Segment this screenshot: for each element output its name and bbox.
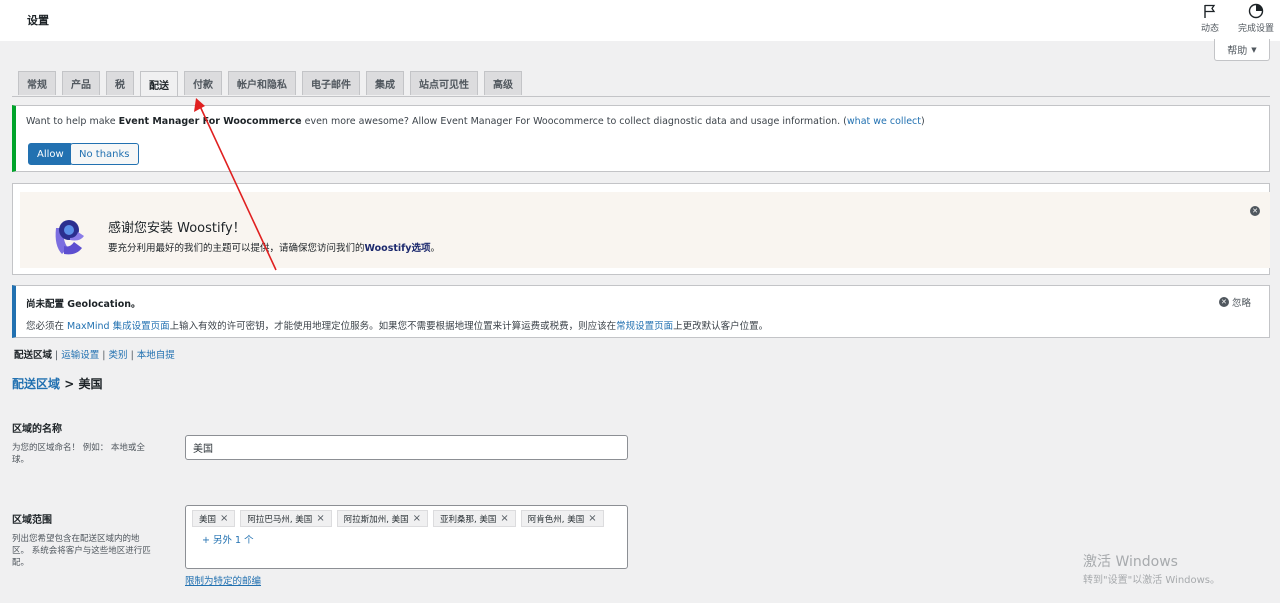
zone-regions-select[interactable]: 美国 × 阿拉巴马州, 美国 × 阿拉斯加州, 美国 × 亚利桑那, 美国 × 阿肯色州… bbox=[185, 505, 628, 569]
page-title: 设置 bbox=[27, 14, 49, 27]
zone-regions-help: 列出您希望包含在配送区域内的地区。 系统会将客户与这些地区进行匹配。 bbox=[12, 534, 151, 568]
activity-label: 动态 bbox=[1200, 24, 1219, 34]
shipping-subnav: 配送区域 | 运输设置 | 类别 | 本地自提 bbox=[14, 347, 175, 361]
no-thanks-button[interactable]: No thanks bbox=[70, 143, 139, 165]
flag-icon bbox=[1204, 4, 1216, 18]
woostify-notice: 感谢您安装 Woostify！ 要充分利用最好的我们的主题可以提供，请确保您访问… bbox=[12, 183, 1270, 275]
plugin-name: Event Manager For Woocommerce bbox=[118, 116, 302, 127]
tabs-divider bbox=[12, 96, 1270, 97]
progress-icon bbox=[1248, 3, 1264, 19]
geolocation-notice: 尚未配置 Geolocation。 您必须在 MaxMind 集成设置页面上输入… bbox=[12, 285, 1270, 338]
woostify-description: 要充分利用最好的我们的主题可以提供，请确保您访问我们的Woostify选项。 bbox=[108, 240, 440, 254]
remove-icon[interactable]: × bbox=[588, 513, 596, 524]
dismiss-button[interactable]: ✕ 忽略 bbox=[1218, 295, 1251, 309]
region-chip: 阿肯色州, 美国 × bbox=[520, 510, 604, 527]
subnav-separator: | bbox=[52, 350, 62, 361]
woostify-desc-end: 。 bbox=[430, 243, 441, 254]
help-button[interactable]: 帮助 ▼ bbox=[1214, 39, 1270, 61]
tracking-text: Want to help make bbox=[26, 116, 119, 127]
geolocation-description: 您必须在 MaxMind 集成设置页面上输入有效的许可密钥，才能使用地理定位服务… bbox=[26, 318, 768, 332]
region-chip-label: 阿拉巴马州, 美国 bbox=[247, 514, 313, 525]
dismiss-icon: ✕ bbox=[1218, 297, 1229, 307]
tab-advanced[interactable]: 高级 bbox=[484, 71, 522, 95]
windows-watermark-title: 激活 Windows bbox=[1083, 554, 1178, 570]
general-settings-link[interactable]: 常规设置页面 bbox=[616, 321, 673, 332]
tracking-message: Want to help make Event Manager For Wooc… bbox=[26, 116, 925, 127]
remove-icon[interactable]: × bbox=[413, 513, 421, 524]
remove-icon[interactable]: × bbox=[500, 513, 508, 524]
subnav-shipping-options[interactable]: 运输设置 bbox=[61, 350, 99, 361]
zone-name-help: 为您的区域命名！ 例如： 本地或全球。 bbox=[12, 443, 145, 465]
woostify-desc-text: 要充分利用最好的我们的主题可以提供，请确保您访问我们的 bbox=[108, 243, 365, 254]
woostify-options-link[interactable]: Woostify选项 bbox=[365, 243, 431, 254]
breadcrumb-zones-link[interactable]: 配送区域 bbox=[12, 377, 60, 391]
region-chip-label: 阿拉斯加州, 美国 bbox=[343, 514, 409, 525]
geo-text-1: 您必须在 bbox=[26, 321, 68, 332]
remove-icon[interactable]: × bbox=[316, 513, 324, 524]
subnav-separator: | bbox=[127, 350, 137, 361]
activity-button[interactable]: 动态 bbox=[1188, 3, 1232, 34]
region-chip-label: 美国 bbox=[199, 514, 217, 525]
breadcrumb-current: 美国 bbox=[78, 377, 103, 391]
what-we-collect-link[interactable]: what we collect bbox=[847, 116, 921, 127]
limit-postcodes-link[interactable]: 限制为特定的邮编 bbox=[185, 573, 261, 587]
breadcrumb-separator: > bbox=[60, 377, 79, 391]
maxmind-settings-link[interactable]: MaxMind 集成设置页面 bbox=[67, 321, 170, 332]
tab-emails[interactable]: 电子邮件 bbox=[302, 71, 360, 95]
geolocation-title: 尚未配置 Geolocation。 bbox=[26, 299, 141, 310]
close-icon[interactable]: ✕ bbox=[1250, 206, 1260, 216]
help-label: 帮助 bbox=[1227, 46, 1248, 57]
tab-tax[interactable]: 税 bbox=[106, 71, 134, 95]
region-chip-label: 阿肯色州, 美国 bbox=[527, 514, 585, 525]
allow-button[interactable]: Allow bbox=[28, 143, 73, 165]
woostify-title: 感谢您安装 Woostify！ bbox=[108, 221, 246, 236]
tracking-text-after: even more awesome? Allow Event Manager F… bbox=[301, 116, 847, 127]
subnav-local-pickup[interactable]: 本地自提 bbox=[137, 350, 175, 361]
finish-setup-label: 完成设置 bbox=[1237, 24, 1274, 34]
tab-site-visibility[interactable]: 站点可见性 bbox=[410, 71, 478, 95]
region-chips: 美国 × 阿拉巴马州, 美国 × 阿拉斯加州, 美国 × 亚利桑那, 美国 × 阿肯色州… bbox=[192, 510, 621, 527]
windows-watermark-subtitle: 转到"设置"以激活 Windows。 bbox=[1083, 575, 1221, 586]
zone-regions-label: 区域范围 bbox=[12, 515, 52, 526]
region-chip: 亚利桑那, 美国 × bbox=[433, 510, 516, 527]
tab-products[interactable]: 产品 bbox=[62, 71, 100, 95]
breadcrumb: 配送区域 > 美国 bbox=[12, 375, 102, 392]
more-regions-link[interactable]: + 另外 1 个 bbox=[202, 532, 621, 546]
tracking-text-end: ) bbox=[921, 116, 925, 127]
zone-name-label: 区域的名称 bbox=[12, 424, 62, 435]
region-chip: 阿拉巴马州, 美国 × bbox=[240, 510, 332, 527]
top-bar: 设置 动态 完成设置 bbox=[0, 0, 1280, 41]
geo-text-2: 上输入有效的许可密钥，才能使用地理定位服务。如果您不需要根据地理位置来计算运费或… bbox=[169, 321, 617, 332]
finish-setup-button[interactable]: 完成设置 bbox=[1234, 3, 1278, 34]
woostify-logo-icon bbox=[55, 220, 84, 255]
region-chip: 美国 × bbox=[192, 510, 236, 527]
tab-accounts-privacy[interactable]: 帐户和隐私 bbox=[228, 71, 296, 95]
dismiss-label: 忽略 bbox=[1231, 298, 1251, 309]
remove-icon[interactable]: × bbox=[220, 513, 228, 524]
region-chip-label: 亚利桑那, 美国 bbox=[440, 514, 497, 525]
tab-general[interactable]: 常规 bbox=[18, 71, 56, 95]
tab-integration[interactable]: 集成 bbox=[366, 71, 404, 95]
subnav-shipping-classes[interactable]: 类别 bbox=[109, 350, 128, 361]
tab-shipping[interactable]: 配送 bbox=[140, 71, 178, 97]
subnav-separator: | bbox=[99, 350, 109, 361]
geo-text-3: 上更改默认客户位置。 bbox=[673, 321, 769, 332]
settings-tabs: 常规 产品 税 配送 付款 帐户和隐私 电子邮件 集成 站点可见性 高级 bbox=[18, 71, 522, 97]
subnav-shipping-zones[interactable]: 配送区域 bbox=[14, 350, 52, 361]
tracking-notice: Want to help make Event Manager For Wooc… bbox=[12, 105, 1270, 172]
tab-payments[interactable]: 付款 bbox=[184, 71, 222, 95]
woostify-notice-body: 感谢您安装 Woostify！ 要充分利用最好的我们的主题可以提供，请确保您访问… bbox=[20, 192, 1270, 268]
caret-down-icon: ▼ bbox=[1251, 45, 1257, 54]
zone-name-input[interactable]: 美国 bbox=[185, 435, 628, 460]
region-chip: 阿拉斯加州, 美国 × bbox=[336, 510, 428, 527]
